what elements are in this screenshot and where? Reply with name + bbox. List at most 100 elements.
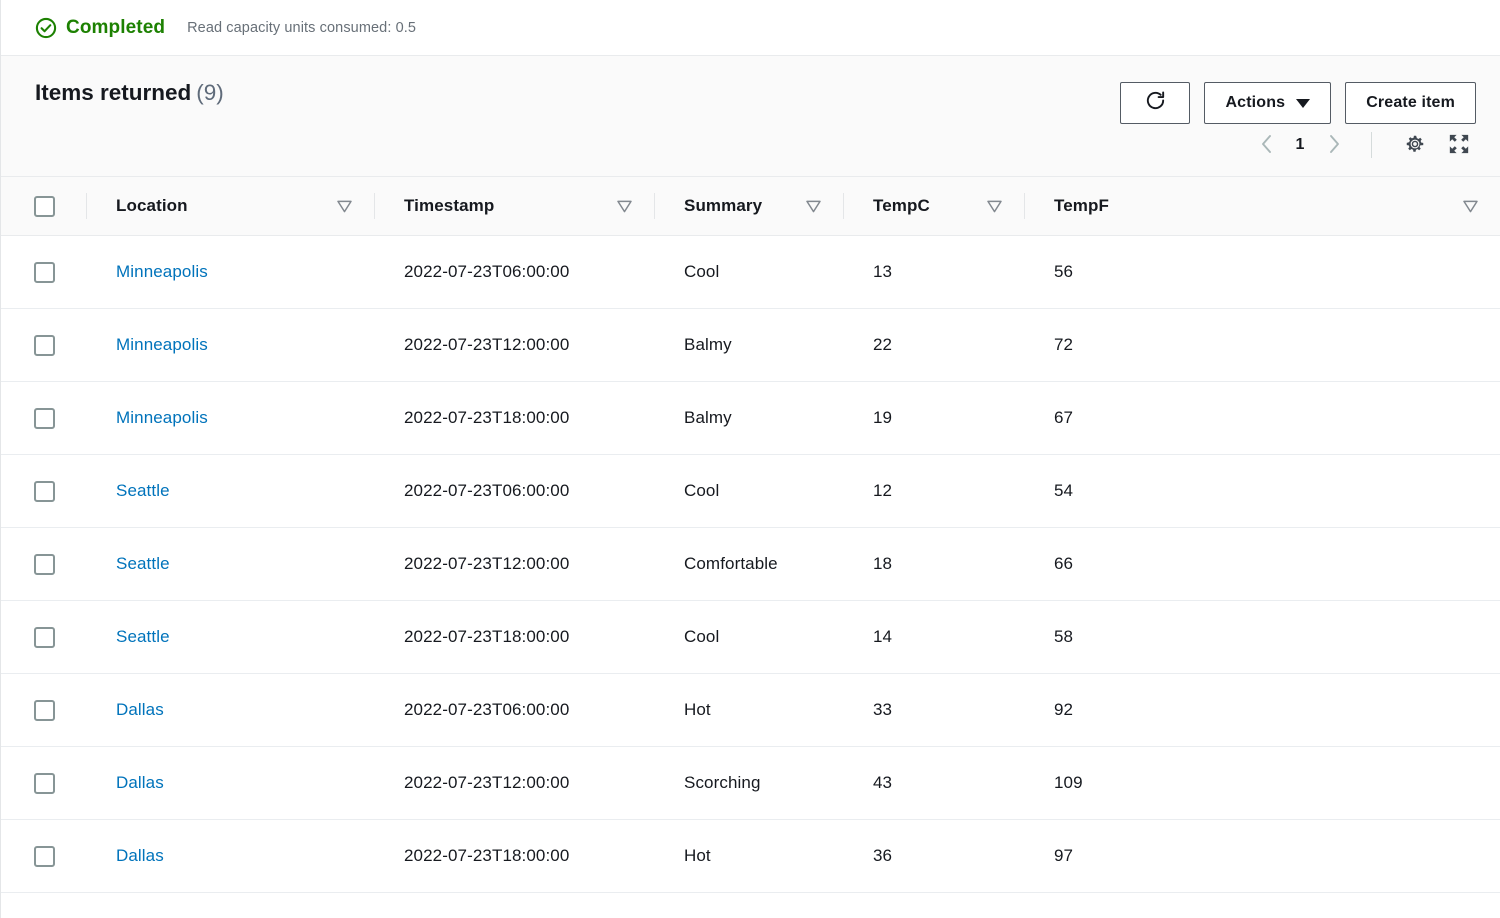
- cell-tempf: 109: [1024, 746, 1500, 820]
- column-label-summary: Summary: [684, 196, 763, 215]
- cell-tempf: 54: [1024, 454, 1500, 528]
- cell-tempf: 67: [1024, 381, 1500, 455]
- row-select-cell: [1, 235, 86, 309]
- cell-summary: Cool: [654, 454, 843, 528]
- cell-location: Minneapolis: [86, 235, 374, 309]
- cell-summary: Balmy: [654, 381, 843, 455]
- cell-tempf: 58: [1024, 600, 1500, 674]
- sort-icon-tempc[interactable]: [987, 200, 1002, 213]
- cell-summary: Cool: [654, 600, 843, 674]
- location-link[interactable]: Minneapolis: [116, 262, 208, 281]
- row-checkbox[interactable]: [34, 407, 55, 429]
- page-number-1[interactable]: 1: [1287, 136, 1313, 154]
- refresh-button[interactable]: [1120, 82, 1191, 124]
- cell-tempc: 22: [843, 308, 1024, 382]
- actions-label: Actions: [1225, 94, 1286, 111]
- column-header-tempc[interactable]: TempC: [843, 176, 1024, 236]
- expand-icon: [1448, 133, 1470, 158]
- next-page-button[interactable]: [1317, 128, 1351, 162]
- row-checkbox[interactable]: [34, 772, 55, 794]
- cell-tempf: 92: [1024, 673, 1500, 747]
- gear-icon: [1404, 133, 1426, 158]
- chevron-right-icon: [1328, 134, 1341, 157]
- column-header-tempf[interactable]: TempF: [1024, 176, 1500, 236]
- pager: 1: [1249, 128, 1351, 162]
- cell-tempc: 14: [843, 600, 1024, 674]
- cell-tempf: 66: [1024, 527, 1500, 601]
- cell-tempf: 56: [1024, 235, 1500, 309]
- location-link[interactable]: Dallas: [116, 846, 164, 865]
- cell-location: Dallas: [86, 673, 374, 747]
- select-all-checkbox[interactable]: [34, 195, 55, 217]
- column-header-location[interactable]: Location: [86, 176, 374, 236]
- table-head: Location Timestamp Summary TempC TempF: [1, 176, 1500, 236]
- location-link[interactable]: Dallas: [116, 773, 164, 792]
- sort-icon-tempf[interactable]: [1463, 200, 1478, 213]
- create-item-button[interactable]: Create item: [1345, 82, 1476, 124]
- location-link[interactable]: Minneapolis: [116, 408, 208, 427]
- sort-icon-summary[interactable]: [806, 200, 821, 213]
- cell-timestamp: 2022-07-23T06:00:00: [374, 673, 654, 747]
- sort-icon-location[interactable]: [337, 200, 352, 213]
- chevron-left-icon: [1260, 134, 1273, 157]
- table-row: Minneapolis 2022-07-23T18:00:00 Balmy 19 67: [1, 381, 1500, 455]
- cell-timestamp: 2022-07-23T12:00:00: [374, 746, 654, 820]
- table-settings-button[interactable]: [1398, 128, 1432, 162]
- cell-timestamp: 2022-07-23T18:00:00: [374, 600, 654, 674]
- cell-summary: Balmy: [654, 308, 843, 382]
- dynamodb-items-panel: Completed Read capacity units consumed: …: [0, 0, 1500, 918]
- cell-location: Dallas: [86, 819, 374, 893]
- location-link[interactable]: Seattle: [116, 627, 170, 646]
- row-checkbox[interactable]: [34, 480, 55, 502]
- table-header-row: Location Timestamp Summary TempC TempF: [1, 176, 1500, 236]
- cell-timestamp: 2022-07-23T06:00:00: [374, 454, 654, 528]
- location-link[interactable]: Seattle: [116, 481, 170, 500]
- row-select-cell: [1, 819, 86, 893]
- sort-icon-timestamp[interactable]: [617, 200, 632, 213]
- row-select-cell: [1, 381, 86, 455]
- status-label: Completed: [66, 16, 166, 38]
- cell-timestamp: 2022-07-23T18:00:00: [374, 381, 654, 455]
- table-row: Dallas 2022-07-23T06:00:00 Hot 33 92: [1, 673, 1500, 747]
- cell-location: Seattle: [86, 600, 374, 674]
- read-capacity-text: Read capacity units consumed: 0.5: [187, 19, 417, 36]
- cell-location: Seattle: [86, 527, 374, 601]
- cell-tempc: 36: [843, 819, 1024, 893]
- cell-timestamp: 2022-07-23T12:00:00: [374, 308, 654, 382]
- location-link[interactable]: Seattle: [116, 554, 170, 573]
- row-checkbox[interactable]: [34, 699, 55, 721]
- table-row: Seattle 2022-07-23T06:00:00 Cool 12 54: [1, 454, 1500, 528]
- location-link[interactable]: Dallas: [116, 700, 164, 719]
- column-header-summary[interactable]: Summary: [654, 176, 843, 236]
- cell-summary: Hot: [654, 673, 843, 747]
- actions-dropdown-button[interactable]: Actions: [1204, 82, 1332, 124]
- cell-timestamp: 2022-07-23T12:00:00: [374, 527, 654, 601]
- page-title: Items returned (9): [35, 80, 224, 105]
- table-row: Minneapolis 2022-07-23T12:00:00 Balmy 22 72: [1, 308, 1500, 382]
- page-title-text: Items returned: [35, 80, 192, 105]
- table-row: Dallas 2022-07-23T12:00:00 Scorching 43 109: [1, 746, 1500, 820]
- row-checkbox[interactable]: [34, 626, 55, 648]
- fullscreen-button[interactable]: [1442, 128, 1476, 162]
- cell-tempc: 13: [843, 235, 1024, 309]
- cell-timestamp: 2022-07-23T18:00:00: [374, 819, 654, 893]
- check-circle-icon: [35, 17, 57, 39]
- toolbar-divider: [1371, 132, 1372, 158]
- items-table-panel: Items returned (9) Actions Create item 1…: [1, 56, 1500, 893]
- column-header-timestamp[interactable]: Timestamp: [374, 176, 654, 236]
- previous-page-button[interactable]: [1249, 128, 1283, 162]
- row-checkbox[interactable]: [34, 334, 55, 356]
- cell-summary: Cool: [654, 235, 843, 309]
- row-select-cell: [1, 746, 86, 820]
- cell-timestamp: 2022-07-23T06:00:00: [374, 235, 654, 309]
- refresh-icon: [1144, 89, 1167, 117]
- column-label-location: Location: [116, 196, 188, 215]
- row-checkbox[interactable]: [34, 845, 55, 867]
- row-checkbox[interactable]: [34, 261, 55, 283]
- row-checkbox[interactable]: [34, 553, 55, 575]
- column-label-tempc: TempC: [873, 196, 930, 215]
- location-link[interactable]: Minneapolis: [116, 335, 208, 354]
- cell-location: Seattle: [86, 454, 374, 528]
- row-select-cell: [1, 308, 86, 382]
- cell-summary: Scorching: [654, 746, 843, 820]
